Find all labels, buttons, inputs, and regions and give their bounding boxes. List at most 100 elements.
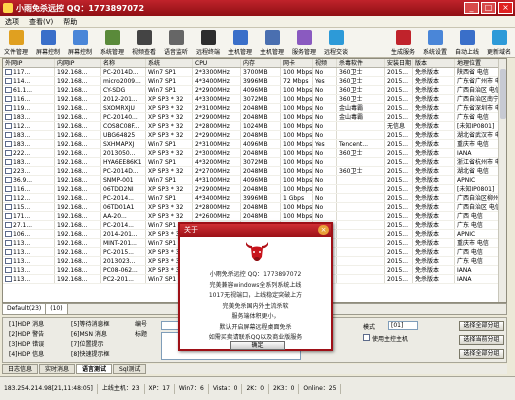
scrollbar-thumb[interactable] <box>500 69 506 119</box>
toolbar-right-button-3[interactable]: 更新域名 <box>483 28 515 58</box>
row-checkbox[interactable] <box>5 141 12 147</box>
close-button[interactable]: × <box>498 2 513 14</box>
column-header-10[interactable]: 版本 <box>413 59 455 67</box>
column-header-7[interactable]: 视频 <box>313 59 337 67</box>
toolbar-button-9[interactable]: 服务管理 <box>288 28 320 58</box>
toolbar-right-button-0[interactable]: 生成服务 <box>387 28 419 58</box>
table-row[interactable]: 116... 192.168... 06TDD2NI XP SP3 * 32 2*290… <box>3 185 506 194</box>
column-header-0[interactable]: 外网IP <box>3 59 55 67</box>
row-checkbox[interactable] <box>5 222 12 228</box>
message-option[interactable]: [8]快速提示框 <box>71 351 131 359</box>
select-current-group-button[interactable]: 选择当前分组 <box>459 335 504 345</box>
table-row[interactable]: 61.1... 192.168... CY-SDG Win7 SP1 2*2900MHz… <box>3 86 506 95</box>
row-checkbox[interactable] <box>5 240 12 246</box>
table-row[interactable]: 112... 192.168... COS8C08F... XP SP3 * 32 2*… <box>3 122 506 131</box>
table-row[interactable]: 116... 192.168... 2012-201... XP SP3 * 32 4*… <box>3 95 506 104</box>
menu-options[interactable]: 选项 <box>0 17 24 27</box>
row-checkbox[interactable] <box>5 195 12 201</box>
table-cell: PC2-201... <box>101 275 146 283</box>
row-checkbox[interactable] <box>5 231 12 237</box>
table-row[interactable]: 112... 192.168... PC-2014... Win7 SP1 4*3400… <box>3 194 506 203</box>
toolbar-right-button-1[interactable]: 系统设置 <box>419 28 451 58</box>
toolbar-right-button-2[interactable]: 自动上线 <box>451 28 483 58</box>
row-checkbox[interactable] <box>5 213 12 219</box>
mode-select[interactable]: [01] <box>388 321 418 330</box>
row-checkbox[interactable] <box>5 276 12 282</box>
column-header-9[interactable]: 安装日期 <box>385 59 413 67</box>
maximize-button[interactable]: □ <box>481 2 496 14</box>
bottom-tab-3[interactable]: Sql测试 <box>113 364 147 374</box>
menu-view[interactable]: 查看(V) <box>24 17 58 27</box>
column-header-2[interactable]: 名称 <box>101 59 146 67</box>
bottom-tab-0[interactable]: 日志信息 <box>2 364 39 374</box>
column-header-1[interactable]: 内网IP <box>55 59 101 67</box>
table-row[interactable]: 183... 192.168... PC-20140... XP SP3 * 32 2*… <box>3 113 506 122</box>
table-row[interactable]: 222... 192.168... 2013050... XP SP3 * 32 2*3… <box>3 149 506 158</box>
row-checkbox[interactable] <box>5 132 12 138</box>
toolbar-button-5[interactable]: 语音监听 <box>160 28 192 58</box>
column-header-11[interactable]: 地理位置 <box>455 59 500 67</box>
toolbar-button-0[interactable]: 文件管理 <box>0 28 32 58</box>
toolbar-button-1[interactable]: 屏幕控制 <box>32 28 64 58</box>
column-header-5[interactable]: 内存 <box>241 59 281 67</box>
group-tab-other[interactable]: (10) <box>46 304 68 314</box>
table-row[interactable]: 119... 192.168... SXOMRXJU XP SP3 * 32 2*310… <box>3 104 506 113</box>
use-alt-checkbox[interactable] <box>363 334 370 341</box>
toolbar-button-3[interactable]: 系统管理 <box>96 28 128 58</box>
bottom-tab-1[interactable]: 实时消息 <box>39 364 76 374</box>
table-cell: 2015... <box>385 131 413 139</box>
toolbar-button-2[interactable]: 屏幕控制 <box>64 28 96 58</box>
minimize-button[interactable]: _ <box>464 2 479 14</box>
column-header-6[interactable]: 网卡 <box>281 59 313 67</box>
group-tab-default[interactable]: Default(23) <box>3 304 47 314</box>
select-all-groups-button[interactable]: 选择全部分组 <box>459 321 504 331</box>
row-checkbox[interactable] <box>5 105 12 111</box>
toolbar-button-7[interactable]: 主机管理 <box>224 28 256 58</box>
row-checkbox[interactable] <box>5 69 12 75</box>
toolbar-button-4[interactable]: 视频查看 <box>128 28 160 58</box>
toolbar-button-6[interactable]: 远程终端 <box>192 28 224 58</box>
row-checkbox[interactable] <box>5 150 12 156</box>
row-checkbox[interactable] <box>5 204 12 210</box>
menu-help[interactable]: 帮助 <box>58 17 82 27</box>
row-checkbox[interactable] <box>5 159 12 165</box>
table-row[interactable]: 117... 192.168... PC-2014D... Win7 SP1 2*330… <box>3 68 506 77</box>
row-checkbox[interactable] <box>5 177 12 183</box>
message-option[interactable]: [3]HDP 错误 <box>9 341 67 349</box>
table-row[interactable]: 183... 192.168... UBG64825 XP SP3 * 32 2*290… <box>3 131 506 140</box>
row-checkbox[interactable] <box>5 258 12 264</box>
table-row[interactable]: 115... 192.168... 06TD01A1 XP SP3 * 32 2*280… <box>3 203 506 212</box>
message-option[interactable]: [2]HDP 警告 <box>9 331 67 339</box>
row-checkbox[interactable] <box>5 168 12 174</box>
bottom-tab-2[interactable]: 语言测试 <box>76 364 113 374</box>
select-all-groups-button-2[interactable]: 选择全部分组 <box>459 349 504 359</box>
column-header-8[interactable]: 杀毒软件 <box>337 59 385 67</box>
table-row[interactable]: 183... 192.168... SXHMAPXJ Win7 SP1 2*3100MH… <box>3 140 506 149</box>
row-checkbox[interactable] <box>5 123 12 129</box>
vertical-scrollbar[interactable] <box>498 59 506 302</box>
message-option[interactable]: [5]等待消息框 <box>71 321 131 329</box>
column-header-3[interactable]: 系统 <box>146 59 193 67</box>
table-row[interactable]: 183... 192.168... HYA6EE86K1 Win7 SP1 4*3200… <box>3 158 506 167</box>
row-checkbox[interactable] <box>5 267 12 273</box>
toolbar-button-8[interactable]: 主机管理 <box>256 28 288 58</box>
column-header-4[interactable]: CPU <box>193 59 241 67</box>
message-option[interactable]: [4]HDP 信息 <box>9 351 67 359</box>
about-ok-button[interactable]: 确定 <box>230 341 285 350</box>
table-row[interactable]: 223... 192.168... PC-2014D... XP SP3 * 32 2*… <box>3 167 506 176</box>
table-cell: 2015... <box>385 95 413 103</box>
message-option[interactable]: [6]MSN 消息 <box>71 331 131 339</box>
table-row[interactable]: 171... 192.168... AA-20... XP SP3 * 32 2*260… <box>3 212 506 221</box>
message-option[interactable]: [1]HDP 消息 <box>9 321 67 329</box>
row-checkbox[interactable] <box>5 96 12 102</box>
row-checkbox[interactable] <box>5 114 12 120</box>
row-checkbox[interactable] <box>5 249 12 255</box>
row-checkbox[interactable] <box>5 78 12 84</box>
message-option[interactable]: [7]位置提示 <box>71 341 131 349</box>
toolbar-button-10[interactable]: 远程交谈 <box>320 28 352 58</box>
about-close-icon[interactable]: × <box>318 225 329 235</box>
row-checkbox[interactable] <box>5 87 12 93</box>
table-row[interactable]: 114... 192.168... micro2009... Win7 SP1 4*34… <box>3 77 506 86</box>
row-checkbox[interactable] <box>5 186 12 192</box>
table-row[interactable]: 36.9... 192.168... SNMP-001 Win7 SP1 4*3100M… <box>3 176 506 185</box>
